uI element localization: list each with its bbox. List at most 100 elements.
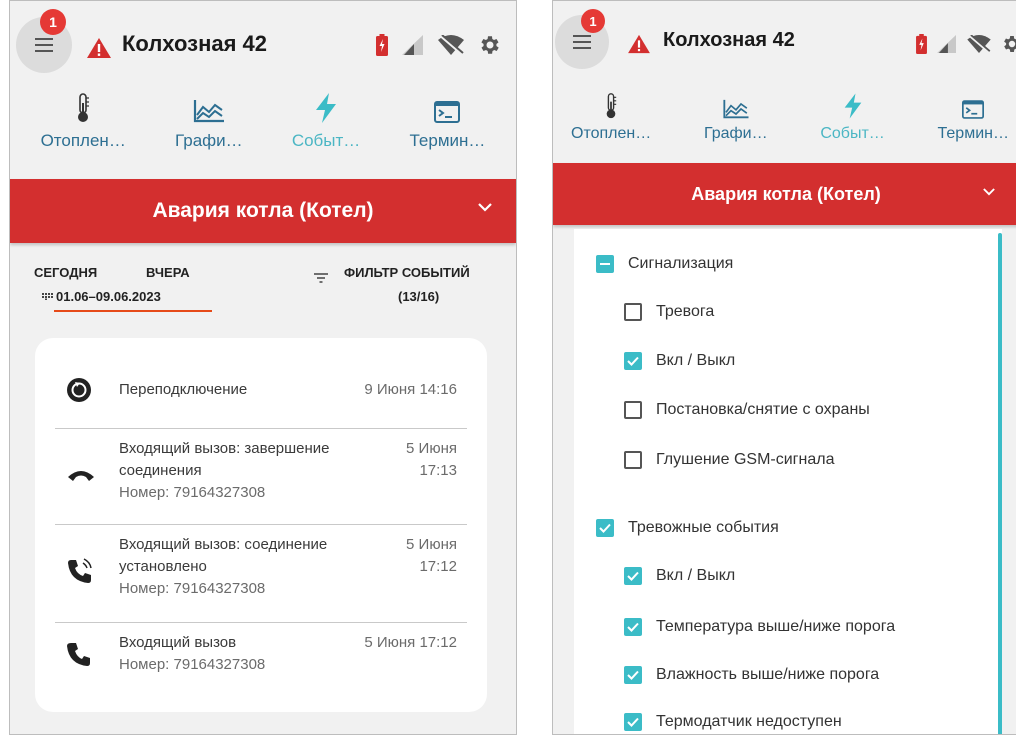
checkbox-checked[interactable] bbox=[596, 519, 614, 537]
filter-option-arming[interactable]: Постановка/снятие с охраны bbox=[624, 401, 870, 419]
filter-option-humidity[interactable]: Влажность выше/ниже порога bbox=[624, 666, 879, 684]
tab-label: Отоплен… bbox=[40, 131, 126, 150]
alarm-label: Авария котла (Котел) bbox=[152, 199, 374, 222]
option-label: Температура выше/ниже порога bbox=[656, 618, 896, 635]
reconnect-icon bbox=[67, 378, 91, 402]
battery-alert-icon bbox=[916, 34, 927, 54]
wifi-off-icon bbox=[438, 35, 464, 55]
thermometer-icon bbox=[78, 93, 90, 122]
chart-icon bbox=[193, 100, 224, 123]
status-icons bbox=[376, 33, 502, 57]
chevron-down-icon bbox=[983, 188, 995, 196]
section-tabs: Отоплен… Графи… Событ… Термин… bbox=[553, 91, 1016, 163]
hamburger-icon bbox=[35, 38, 53, 52]
notification-badge: 1 bbox=[40, 9, 66, 35]
settings-gear-icon[interactable] bbox=[478, 33, 502, 57]
hamburger-icon bbox=[573, 35, 591, 49]
yesterday-button[interactable]: ВЧЕРА bbox=[146, 265, 190, 280]
signal-icon bbox=[402, 35, 423, 55]
tab-label: Отоплен… bbox=[571, 125, 652, 142]
tab-label: Событ… bbox=[820, 125, 885, 142]
lightning-icon bbox=[844, 93, 861, 119]
list-item[interactable]: Входящий вызов: соединение установлено Н… bbox=[55, 534, 467, 612]
tab-label: Событ… bbox=[291, 131, 361, 150]
tab-events[interactable]: Событ… bbox=[820, 91, 885, 163]
tab-heating[interactable]: Отоплен… bbox=[41, 91, 126, 179]
filter-option-sensor-unavailable[interactable]: Термодатчик недоступен bbox=[624, 713, 842, 731]
checkbox-checked[interactable] bbox=[624, 666, 642, 684]
event-title-block: Входящий вызов: завершение соединения Но… bbox=[119, 438, 330, 504]
event-title-cont: установлено bbox=[119, 558, 207, 575]
tab-terminal[interactable]: Термин… bbox=[938, 91, 1009, 163]
list-item[interactable]: Входящий вызов Номер: 79164327308 5 Июня… bbox=[55, 632, 467, 688]
section-tabs: Отоплен… Графи… Событ… Термин… bbox=[10, 91, 516, 179]
terminal-icon bbox=[434, 101, 461, 123]
location-title: Колхозная 42 bbox=[122, 31, 268, 56]
event-title-cont: соединения bbox=[119, 462, 202, 479]
checkbox-indeterminate[interactable] bbox=[596, 255, 614, 273]
checkbox-checked[interactable] bbox=[624, 567, 642, 585]
filter-option-temperature[interactable]: Температура выше/ниже порога bbox=[624, 618, 895, 636]
option-label: Вкл / Выкл bbox=[656, 352, 736, 369]
today-button[interactable]: СЕГОДНЯ bbox=[34, 265, 97, 280]
filter-option-onoff-2[interactable]: Вкл / Выкл bbox=[624, 567, 735, 585]
event-number: Номер: 79164327308 bbox=[119, 484, 266, 501]
date-filter-bar: СЕГОДНЯ ВЧЕРА 01.06–09.06.2023 ФИЛЬТР СО… bbox=[10, 243, 516, 329]
checkbox-checked[interactable] bbox=[624, 352, 642, 370]
alarm-banner[interactable]: Авария котла (Котел) bbox=[10, 179, 516, 243]
filter-icon[interactable] bbox=[314, 273, 328, 283]
filter-group-alarm-events[interactable]: Тревожные события bbox=[596, 519, 779, 537]
filter-option-gsm-jamming[interactable]: Глушение GSM-сигнала bbox=[624, 451, 834, 469]
event-list-card: Переподключение 9 Июня 14:16 Входящий вы… bbox=[35, 338, 487, 712]
terminal-icon bbox=[962, 100, 985, 119]
event-title: Входящий вызов: завершение bbox=[119, 440, 330, 457]
checkbox-unchecked[interactable] bbox=[624, 451, 642, 469]
option-label: Тревожные события bbox=[628, 519, 779, 536]
checkbox-unchecked[interactable] bbox=[624, 303, 642, 321]
app-bar: 1 Колхозная 42 bbox=[10, 1, 516, 91]
settings-gear-icon[interactable] bbox=[1001, 33, 1016, 55]
event-filter-dropdown: Сигнализация Тревога Вкл / Выкл Постанов… bbox=[574, 229, 1002, 734]
tab-events[interactable]: Событ… bbox=[292, 91, 360, 179]
checkbox-unchecked[interactable] bbox=[624, 401, 642, 419]
option-label: Тревога bbox=[656, 303, 715, 320]
filter-option-alarm[interactable]: Тревога bbox=[624, 303, 714, 321]
battery-alert-icon bbox=[376, 34, 388, 56]
list-item[interactable]: Переподключение 9 Июня 14:16 bbox=[55, 364, 467, 416]
checkbox-checked[interactable] bbox=[624, 618, 642, 636]
tab-label: Графи… bbox=[703, 125, 768, 142]
filter-option-onoff[interactable]: Вкл / Выкл bbox=[624, 352, 735, 370]
tab-charts[interactable]: Графи… bbox=[704, 91, 768, 163]
checkbox-checked[interactable] bbox=[624, 713, 642, 731]
alarm-banner[interactable]: Авария котла (Котел) bbox=[553, 163, 1016, 225]
event-time-block: 5 Июня 17:12 bbox=[406, 534, 457, 578]
phone-icon bbox=[67, 643, 90, 666]
tab-terminal[interactable]: Термин… bbox=[409, 91, 485, 179]
option-label: Вкл / Выкл bbox=[656, 567, 736, 584]
date-range-button[interactable]: 01.06–09.06.2023 bbox=[56, 289, 161, 304]
option-label: Влажность выше/ниже порога bbox=[656, 666, 880, 683]
events-screen: 1 Колхозная 42 Отоплен… Графи… Событ… Те… bbox=[9, 0, 517, 735]
lightning-icon bbox=[316, 93, 337, 123]
event-date: 5 Июня bbox=[406, 440, 457, 457]
event-title: Входящий вызов bbox=[119, 634, 237, 651]
event-number: Номер: 79164327308 bbox=[119, 656, 266, 673]
wifi-off-icon bbox=[967, 35, 991, 53]
option-label: Термодатчик недоступен bbox=[656, 713, 842, 730]
filter-group-signaling[interactable]: Сигнализация bbox=[596, 255, 733, 273]
tab-charts[interactable]: Графи… bbox=[175, 91, 243, 179]
event-title: Входящий вызов: соединение bbox=[119, 536, 328, 553]
warning-icon bbox=[628, 34, 650, 54]
app-bar: 1 Колхозная 42 bbox=[553, 1, 1016, 91]
event-clock: 17:12 bbox=[419, 558, 457, 575]
event-title: Переподключение bbox=[119, 381, 248, 398]
tab-heating[interactable]: Отоплен… bbox=[571, 91, 651, 163]
list-item[interactable]: Входящий вызов: завершение соединения Но… bbox=[55, 438, 467, 516]
warning-icon bbox=[87, 38, 111, 58]
tab-label: Термин… bbox=[937, 125, 1009, 142]
event-filter-button[interactable]: ФИЛЬТР СОБЫТИЙ bbox=[344, 265, 470, 280]
status-icons bbox=[916, 33, 1016, 55]
event-time: 9 Июня 14:16 bbox=[364, 381, 457, 398]
scrollbar[interactable] bbox=[998, 233, 1002, 734]
chevron-down-icon bbox=[478, 203, 492, 212]
